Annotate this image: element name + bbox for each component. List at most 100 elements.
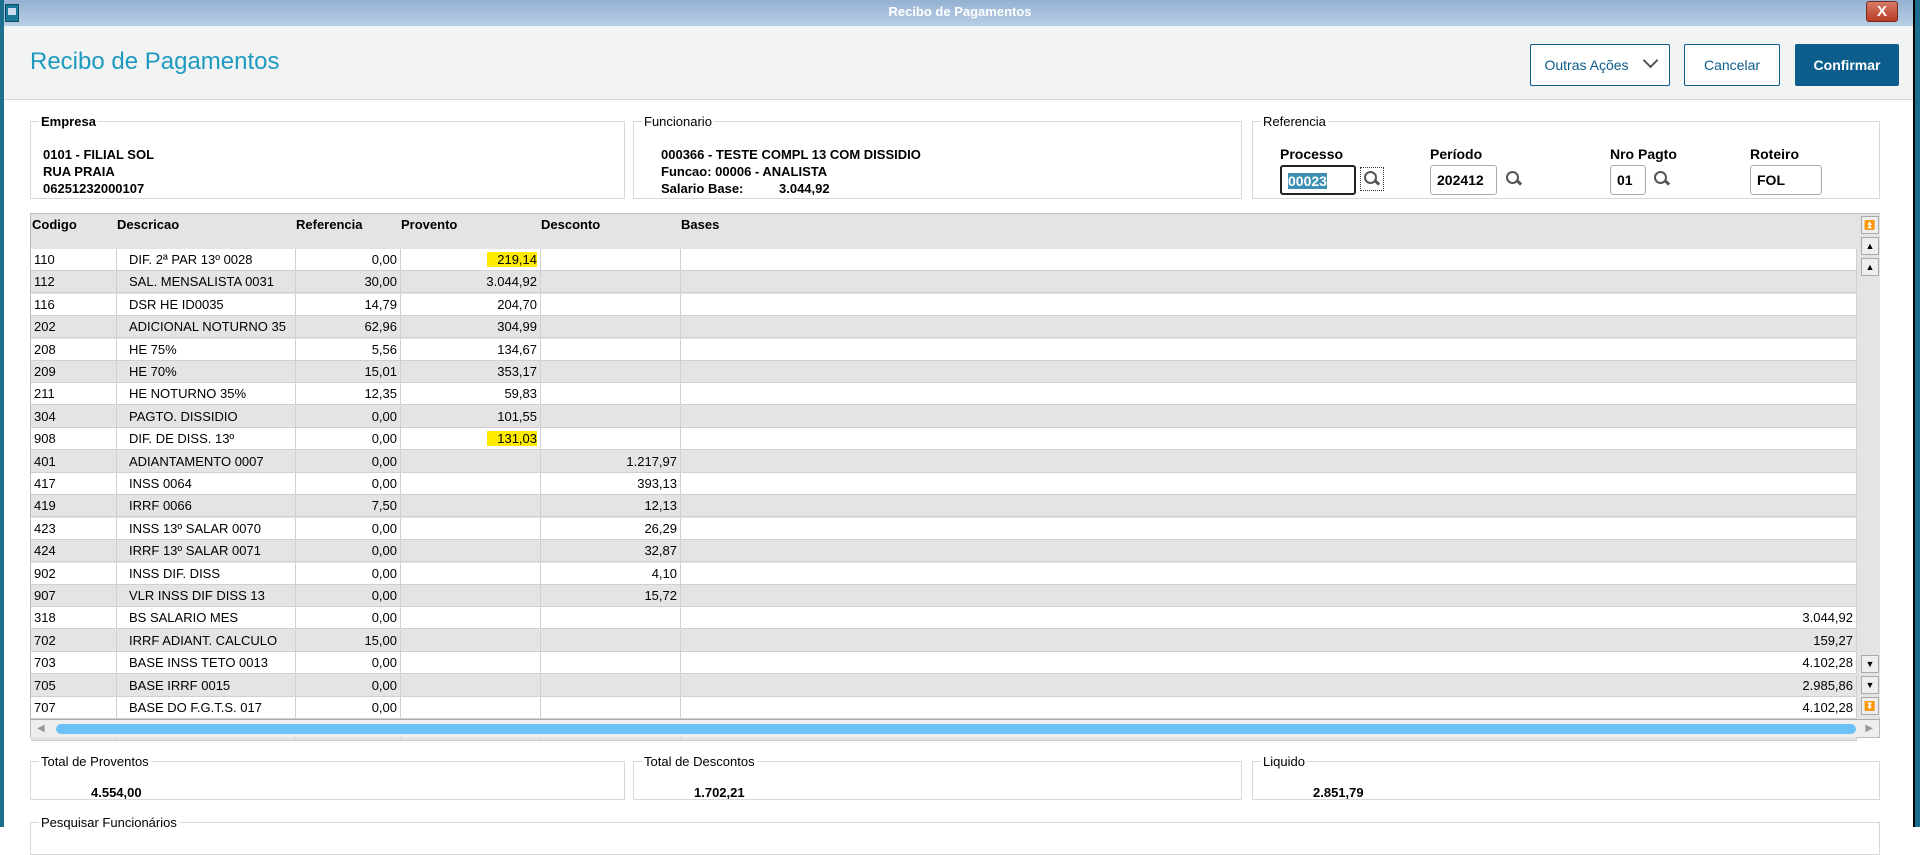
- cell-codigo-text: 211: [34, 386, 55, 402]
- cell-provento-text: 101,55: [497, 408, 537, 424]
- cell-descricao: INSS DIF. DISS: [117, 562, 296, 585]
- cell-codigo: 703: [31, 652, 117, 675]
- cell-referencia-text: 62,96: [364, 319, 397, 335]
- table-row[interactable]: 209 HE 70% 15,01 353,17: [31, 361, 1857, 383]
- periodo-input[interactable]: 202412: [1430, 165, 1497, 195]
- cell-descricao: IRRF 0066: [117, 495, 296, 518]
- cell-descricao-text: HE 75%: [129, 341, 177, 357]
- other-actions-button[interactable]: Outras Ações: [1530, 44, 1670, 86]
- cell-codigo: 116: [31, 293, 117, 316]
- other-actions-label: Outras Ações: [1544, 57, 1629, 73]
- scroll-up-icon[interactable]: ▲: [1861, 258, 1879, 276]
- cell-descricao-text: IRRF 13º SALAR 0071: [129, 543, 261, 559]
- cell-bases: [681, 316, 1857, 339]
- cell-desconto: 32,87: [541, 540, 681, 563]
- confirm-button[interactable]: Confirmar: [1795, 44, 1899, 86]
- cell-codigo-text: 902: [34, 565, 56, 581]
- cell-bases: [681, 271, 1857, 294]
- empresa-legend: Empresa: [41, 114, 96, 129]
- scroll-left-icon[interactable]: ◀: [37, 723, 45, 734]
- cell-bases: 2.985,86: [681, 674, 1857, 697]
- scroll-down-icon[interactable]: ▼: [1861, 655, 1879, 673]
- cell-descricao: DSR HE ID0035: [117, 293, 296, 316]
- table-row[interactable]: 116 DSR HE ID0035 14,79 204,70: [31, 293, 1857, 316]
- horizontal-scrollbar[interactable]: ◀ ▶: [31, 719, 1879, 737]
- cell-provento: [401, 652, 541, 675]
- table-row[interactable]: 401 ADIANTAMENTO 0007 0,00 1.217,97: [31, 450, 1857, 473]
- total-descontos-panel: Total de Descontos 1.702,21: [633, 754, 1242, 800]
- cell-descricao-text: DIF. 2ª PAR 13º 0028: [129, 252, 253, 267]
- table-row[interactable]: 424 IRRF 13º SALAR 0071 0,00 32,87: [31, 540, 1857, 563]
- cell-referencia-text: 0,00: [371, 677, 397, 693]
- cell-codigo: 304: [31, 405, 117, 428]
- col-header-desconto[interactable]: Desconto: [541, 217, 600, 232]
- close-window-button[interactable]: X: [1866, 1, 1898, 22]
- nro-pagto-input[interactable]: 01: [1610, 165, 1646, 195]
- table-row[interactable]: 211 HE NOTURNO 35% 12,35 59,83: [31, 383, 1857, 406]
- cell-codigo: 401: [31, 450, 117, 473]
- col-header-descricao[interactable]: Descricao: [117, 217, 179, 232]
- cell-codigo-text: 208: [34, 341, 56, 357]
- liquido-panel: Liquido 2.851,79: [1252, 754, 1880, 800]
- table-row[interactable]: 703 BASE INSS TETO 0013 0,00 4.102,28: [31, 652, 1857, 675]
- table-row[interactable]: 419 IRRF 0066 7,50 12,13: [31, 495, 1857, 518]
- scroll-right-icon[interactable]: ▶: [1865, 723, 1873, 734]
- cell-codigo: 902: [31, 562, 117, 585]
- funcionario-legend: Funcionario: [644, 114, 712, 129]
- horizontal-scroll-thumb[interactable]: [56, 724, 1856, 734]
- chevron-down-icon: [1642, 52, 1658, 69]
- cell-bases: [681, 495, 1857, 518]
- cell-referencia: 0,00: [296, 405, 401, 428]
- scroll-page-down-icon[interactable]: ▼: [1861, 676, 1879, 694]
- cell-bases: [681, 562, 1857, 585]
- scroll-top-icon[interactable]: ⏫: [1861, 216, 1879, 234]
- cell-codigo: 318: [31, 607, 117, 630]
- table-row[interactable]: 110 DIF. 2ª PAR 13º 0028 0,00 219,14: [31, 249, 1857, 271]
- roteiro-label: Roteiro: [1750, 146, 1799, 162]
- cell-desconto: [541, 316, 681, 339]
- vertical-scrollbar[interactable]: ⏫ ▲ ▲ ▼ ▼ ⏬: [1859, 214, 1880, 718]
- cell-provento: 134,67: [401, 338, 541, 361]
- cell-descricao: DIF. 2ª PAR 13º 0028: [117, 249, 296, 271]
- periodo-search-icon[interactable]: [1505, 170, 1523, 188]
- cell-codigo: 112: [31, 271, 117, 294]
- cell-referencia-text: 0,00: [371, 565, 397, 581]
- cell-desconto: [541, 652, 681, 675]
- processo-search-button[interactable]: [1360, 167, 1384, 191]
- cell-codigo: 208: [31, 338, 117, 361]
- table-row[interactable]: 202 ADICIONAL NOTURNO 35 62,96 304,99: [31, 316, 1857, 339]
- table-row[interactable]: 902 INSS DIF. DISS 0,00 4,10: [31, 562, 1857, 585]
- col-header-bases[interactable]: Bases: [681, 217, 719, 232]
- table-row[interactable]: 304 PAGTO. DISSIDIO 0,00 101,55: [31, 405, 1857, 428]
- cell-referencia: 15,01: [296, 361, 401, 383]
- roteiro-input[interactable]: FOL: [1750, 165, 1822, 195]
- cell-descricao: INSS 0064: [117, 473, 296, 495]
- table-row[interactable]: 208 HE 75% 5,56 134,67: [31, 338, 1857, 361]
- table-row[interactable]: 907 VLR INSS DIF DISS 13 0,00 15,72: [31, 585, 1857, 607]
- table-row[interactable]: 908 DIF. DE DISS. 13º 0,00 131,03: [31, 428, 1857, 451]
- table-row[interactable]: 423 INSS 13º SALAR 0070 0,00 26,29: [31, 517, 1857, 540]
- cell-referencia-text: 0,00: [371, 588, 397, 603]
- empresa-line3: 06251232000107: [43, 181, 145, 196]
- cell-desconto: [541, 271, 681, 294]
- scroll-page-up-icon[interactable]: ▲: [1861, 237, 1879, 255]
- cell-referencia: 0,00: [296, 652, 401, 675]
- processo-input[interactable]: 00023: [1280, 165, 1356, 195]
- nro-pagto-search-icon[interactable]: [1653, 170, 1671, 188]
- cancel-button[interactable]: Cancelar: [1684, 44, 1780, 86]
- col-header-provento[interactable]: Provento: [401, 217, 457, 232]
- table-row[interactable]: 112 SAL. MENSALISTA 0031 30,00 3.044,92: [31, 271, 1857, 294]
- table-row[interactable]: 707 BASE DO F.G.T.S. 017 0,00 4.102,28: [31, 697, 1857, 719]
- col-header-codigo[interactable]: Codigo: [32, 217, 77, 232]
- table-row[interactable]: 318 BS SALARIO MES 0,00 3.044,92: [31, 607, 1857, 630]
- table-row[interactable]: 417 INSS 0064 0,00 393,13: [31, 473, 1857, 495]
- scroll-bottom-icon[interactable]: ⏬: [1861, 697, 1879, 715]
- table-row[interactable]: 705 BASE IRRF 0015 0,00 2.985,86: [31, 674, 1857, 697]
- col-header-referencia[interactable]: Referencia: [296, 217, 362, 232]
- cell-descricao: BASE DO F.G.T.S. 017: [117, 697, 296, 719]
- table-row[interactable]: 702 IRRF ADIANT. CALCULO 15,00 159,27: [31, 629, 1857, 652]
- cell-descricao-text: VLR INSS DIF DISS 13: [129, 588, 265, 603]
- cell-codigo: 202: [31, 316, 117, 339]
- cell-referencia: 0,00: [296, 562, 401, 585]
- cell-referencia-text: 0,00: [371, 408, 397, 424]
